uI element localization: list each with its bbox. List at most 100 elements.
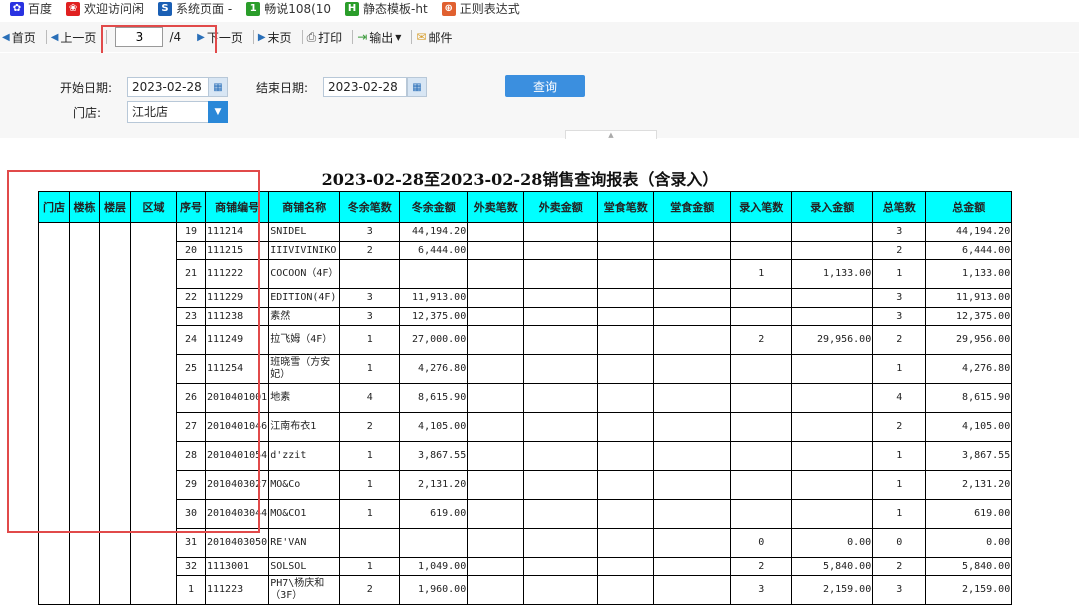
table-cell: 3 [872,575,927,605]
table-cell [597,441,655,471]
print-button[interactable]: ⎙ 打印 [307,29,343,46]
table-cell [653,412,732,442]
table-cell [653,325,732,355]
bookmark-label: 正则表达式 [459,2,520,16]
table-cell: 619.00 [925,499,1013,529]
bookmark-item[interactable]: ✿ 百度 [10,0,52,17]
end-date-field[interactable]: 2023-02-28 [323,77,407,97]
table-cell: 2 [872,412,927,442]
last-page-button[interactable]: ▶ 末页 [258,29,292,46]
table-cell [653,354,732,384]
table-cell: SOLSOL [268,557,341,576]
table-cell [523,288,599,308]
table-cell: 1,960.00 [399,575,469,605]
table-cell: 12,375.00 [925,307,1013,326]
column-header: 录入笔数 [730,191,793,223]
table-cell [467,307,525,326]
bookmark-item[interactable]: S 系统页面 - [158,0,232,17]
table-cell: d'zzit [268,441,341,471]
table-cell: 29,956.00 [925,325,1013,355]
last-page-label: 末页 [267,30,292,45]
prev-page-icon: ◀ [50,31,59,43]
first-page-icon: ◀ [2,31,10,43]
column-header: 堂食金额 [653,191,732,223]
table-cell: 2 [872,241,927,260]
table-cell: 1,133.00 [791,259,874,289]
table-cell [653,307,732,326]
bookmarks-bar: ✿ 百度 ❀ 欢迎访问闲 S 系统页面 - 1 畅说108(10 H 静态模板-ht ⊕ 正则表达式 [0,0,1079,17]
calendar-icon[interactable]: ▦ [208,77,228,97]
table-cell [653,222,732,242]
table-cell [653,241,732,260]
table-cell [467,288,525,308]
table-cell: 29,956.00 [791,325,874,355]
calendar-icon[interactable]: ▦ [407,77,427,97]
table-cell [467,557,525,576]
first-page-button[interactable]: ◀ 首页 [2,29,36,46]
store-select[interactable]: 江北店 [127,101,211,123]
column-header: 冬余金额 [399,191,469,223]
brand-icon: ❀ [66,1,81,16]
table-cell: 0.00 [791,528,874,558]
table-cell: 3 [730,575,793,605]
table-cell [523,325,599,355]
bookmark-item[interactable]: ❀ 欢迎访问闲 [66,0,144,17]
table-cell [467,354,525,384]
bookmark-label: 畅说108(10 [264,2,332,16]
table-cell: 3 [872,222,927,242]
table-cell [523,259,599,289]
prev-page-button[interactable]: ◀ 上一页 [51,29,97,46]
last-page-icon: ▶ [257,31,266,43]
table-cell [791,288,874,308]
table-cell [597,354,655,384]
bookmark-label: 欢迎访问闲 [84,2,145,16]
table-cell [653,528,732,558]
table-cell [523,222,599,242]
table-cell [523,307,599,326]
table-cell [597,288,655,308]
table-cell: 拉飞姆（4F） [268,325,341,355]
table-cell: 0 [730,528,793,558]
bookmark-label: 系统页面 - [176,2,233,16]
table-cell [523,441,599,471]
table-cell: 2 [872,325,927,355]
table-cell: EDITION(4F) [268,288,341,308]
table-cell: 班晓雪（方安妃） [268,354,341,384]
table-cell [730,241,793,260]
query-button[interactable]: 查询 [505,75,585,97]
table-cell [597,528,655,558]
table-cell: 1 [339,325,401,355]
table-cell [597,412,655,442]
export-button[interactable]: ⇥ 输出 ▼ [357,29,401,46]
bookmark-item[interactable]: H 静态模板-ht [345,0,428,17]
table-cell: 4,105.00 [925,412,1013,442]
export-icon: ⇥ [357,30,368,44]
start-date-field[interactable]: 2023-02-28 [127,77,209,97]
table-cell [653,288,732,308]
bookmark-label: 百度 [28,2,53,16]
bookmark-item[interactable]: ⊕ 正则表达式 [441,0,520,17]
table-cell: 1 [872,499,927,529]
table-cell [467,222,525,242]
chevron-down-icon[interactable]: ▼ [208,101,228,123]
table-cell [399,528,469,558]
table-cell [791,354,874,384]
table-cell: 4 [872,383,927,413]
table-cell: 1 [339,470,401,500]
toolbar-divider [45,30,47,44]
collapse-panel-handle[interactable]: ▲ [565,130,657,139]
s-icon: S [158,1,173,16]
table-cell [597,325,655,355]
table-cell [467,325,525,355]
bookmark-item[interactable]: 1 畅说108(10 [246,0,331,17]
table-cell [467,499,525,529]
table-cell [339,528,401,558]
mail-button[interactable]: ✉ 邮件 [416,29,452,46]
first-page-label: 首页 [11,30,36,45]
table-cell [467,412,525,442]
table-cell: 3 [339,288,401,308]
table-cell [523,575,599,605]
table-cell [467,470,525,500]
table-cell [597,499,655,529]
table-cell: 0.00 [925,528,1013,558]
